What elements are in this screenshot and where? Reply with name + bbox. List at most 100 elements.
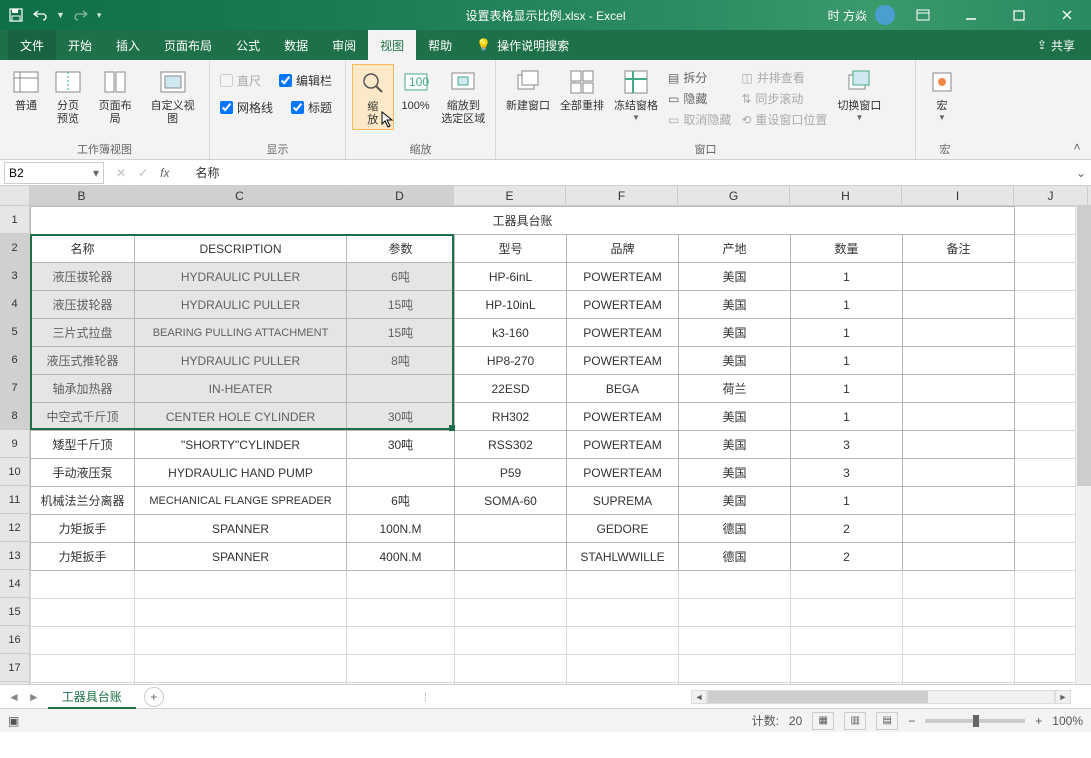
zoom-out-icon[interactable]: −: [908, 714, 915, 728]
row-header[interactable]: 18: [0, 682, 30, 684]
column-header[interactable]: B: [30, 186, 134, 205]
select-all-corner[interactable]: [0, 186, 30, 205]
tab-nav-next-icon[interactable]: ►: [28, 690, 40, 704]
ribbon-display-icon[interactable]: [903, 0, 943, 30]
menu-pagelayout[interactable]: 页面布局: [152, 30, 224, 60]
spreadsheet-grid[interactable]: BCDEFGHIJ 12345678910111213141516171819 …: [0, 186, 1091, 684]
zoom-selection-button[interactable]: 缩放到 选定区域: [438, 64, 489, 128]
vscroll-thumb[interactable]: [1077, 206, 1091, 486]
hscroll-thumb[interactable]: [708, 691, 928, 703]
custom-view-button[interactable]: 自定义视图: [142, 64, 203, 128]
split-button[interactable]: ▤拆分: [664, 68, 735, 87]
column-header[interactable]: I: [902, 186, 1014, 205]
macros-button[interactable]: 宏▼: [922, 64, 962, 124]
menu-insert[interactable]: 插入: [104, 30, 152, 60]
close-icon[interactable]: [1047, 0, 1087, 30]
sheet-tab[interactable]: 工器具台账: [48, 685, 136, 709]
freeze-panes-button[interactable]: 冻结窗格▼: [610, 64, 662, 124]
menu-home[interactable]: 开始: [56, 30, 104, 60]
new-window-button[interactable]: 新建窗口: [502, 64, 554, 115]
row-header[interactable]: 7: [0, 374, 30, 402]
pagebreak-view-button[interactable]: 分页 预览: [48, 64, 88, 128]
row-header[interactable]: 11: [0, 486, 30, 514]
formulabar-checkbox[interactable]: 编辑栏: [275, 70, 336, 91]
row-header[interactable]: 12: [0, 514, 30, 542]
row-header[interactable]: 6: [0, 346, 30, 374]
normal-view-button[interactable]: 普通: [6, 64, 46, 115]
zoom-slider-thumb[interactable]: [973, 715, 979, 727]
row-header[interactable]: 9: [0, 430, 30, 458]
namebox-dropdown-icon[interactable]: ▾: [93, 166, 99, 180]
row-header[interactable]: 17: [0, 654, 30, 682]
save-icon[interactable]: [8, 7, 24, 23]
row-header[interactable]: 14: [0, 570, 30, 598]
row-header[interactable]: 4: [0, 290, 30, 318]
user-name[interactable]: 时 方焱: [828, 7, 867, 24]
hide-button[interactable]: ▭隐藏: [664, 89, 735, 108]
menu-file[interactable]: 文件: [8, 30, 56, 60]
row-header[interactable]: 13: [0, 542, 30, 570]
formula-input[interactable]: 名称: [189, 164, 1071, 181]
tell-me[interactable]: 💡操作说明搜索: [464, 30, 581, 60]
row-header[interactable]: 5: [0, 318, 30, 346]
horizontal-scrollbar[interactable]: ◄ ►: [691, 689, 1091, 705]
gridlines-checkbox[interactable]: 网格线: [216, 97, 277, 118]
fx-icon[interactable]: fx: [160, 166, 177, 180]
pagebreak-status-icon[interactable]: ▤: [876, 712, 898, 730]
pagelayout-status-icon[interactable]: ▥: [844, 712, 866, 730]
cells-area[interactable]: 工器具台账名称DESCRIPTION参数型号品牌产地数量备注液压拔轮器HYDRA…: [30, 206, 1089, 684]
menu-help[interactable]: 帮助: [416, 30, 464, 60]
row-header[interactable]: 3: [0, 262, 30, 290]
qat-customize-icon[interactable]: ▾: [97, 10, 102, 21]
enter-formula-icon[interactable]: ✓: [138, 166, 148, 180]
column-header[interactable]: H: [790, 186, 902, 205]
add-sheet-icon[interactable]: +: [144, 687, 164, 707]
headings-checkbox[interactable]: 标题: [287, 97, 336, 118]
row-header[interactable]: 8: [0, 402, 30, 430]
redo-icon[interactable]: [73, 7, 89, 23]
column-header[interactable]: E: [454, 186, 566, 205]
column-header[interactable]: F: [566, 186, 678, 205]
minimize-icon[interactable]: [951, 0, 991, 30]
column-header[interactable]: G: [678, 186, 790, 205]
pagelayout-view-button[interactable]: 页面布局: [90, 64, 140, 128]
collapse-ribbon-icon[interactable]: ˄: [1067, 137, 1087, 157]
row-header[interactable]: 10: [0, 458, 30, 486]
maximize-icon[interactable]: [999, 0, 1039, 30]
column-headers: BCDEFGHIJ: [0, 186, 1091, 206]
record-macro-icon[interactable]: ▣: [8, 714, 19, 728]
arrange-all-button[interactable]: 全部重排: [556, 64, 608, 115]
cancel-formula-icon[interactable]: ✕: [116, 166, 126, 180]
zoom-100-button[interactable]: 100100%: [396, 64, 436, 115]
row-header[interactable]: 2: [0, 234, 30, 262]
ruler-checkbox[interactable]: 直尺: [216, 70, 265, 91]
menu-formulas[interactable]: 公式: [224, 30, 272, 60]
column-header[interactable]: J: [1014, 186, 1088, 205]
menu-review[interactable]: 审阅: [320, 30, 368, 60]
row-header[interactable]: 16: [0, 626, 30, 654]
name-box[interactable]: B2▾: [4, 162, 104, 184]
column-header[interactable]: D: [346, 186, 454, 205]
normal-view-status-icon[interactable]: ▦: [812, 712, 834, 730]
expand-formula-icon[interactable]: ⌄: [1071, 166, 1091, 180]
hscroll-right-icon[interactable]: ►: [1055, 690, 1071, 704]
zoom-button[interactable]: 缩 放: [352, 64, 394, 130]
tab-split-handle[interactable]: ⁞: [424, 690, 431, 704]
tab-nav-prev-icon[interactable]: ◄: [8, 690, 20, 704]
menu-view[interactable]: 视图: [368, 30, 416, 60]
column-header[interactable]: C: [134, 186, 346, 205]
share-button[interactable]: ⇪共享: [1037, 37, 1091, 54]
row-header[interactable]: 1: [0, 206, 30, 234]
sync-icon: ⇅: [741, 92, 751, 106]
row-header[interactable]: 15: [0, 598, 30, 626]
vertical-scrollbar[interactable]: [1075, 206, 1091, 684]
zoom-slider[interactable]: [925, 719, 1025, 723]
zoom-in-icon[interactable]: +: [1035, 714, 1042, 728]
user-avatar-icon[interactable]: [875, 5, 895, 25]
undo-icon[interactable]: [32, 7, 48, 23]
zoom-level[interactable]: 100%: [1052, 714, 1083, 728]
menu-data[interactable]: 数据: [272, 30, 320, 60]
hscroll-left-icon[interactable]: ◄: [691, 690, 707, 704]
switch-window-button[interactable]: 切换窗口▼: [833, 64, 885, 124]
undo-dropdown-icon[interactable]: ▼: [56, 10, 65, 20]
